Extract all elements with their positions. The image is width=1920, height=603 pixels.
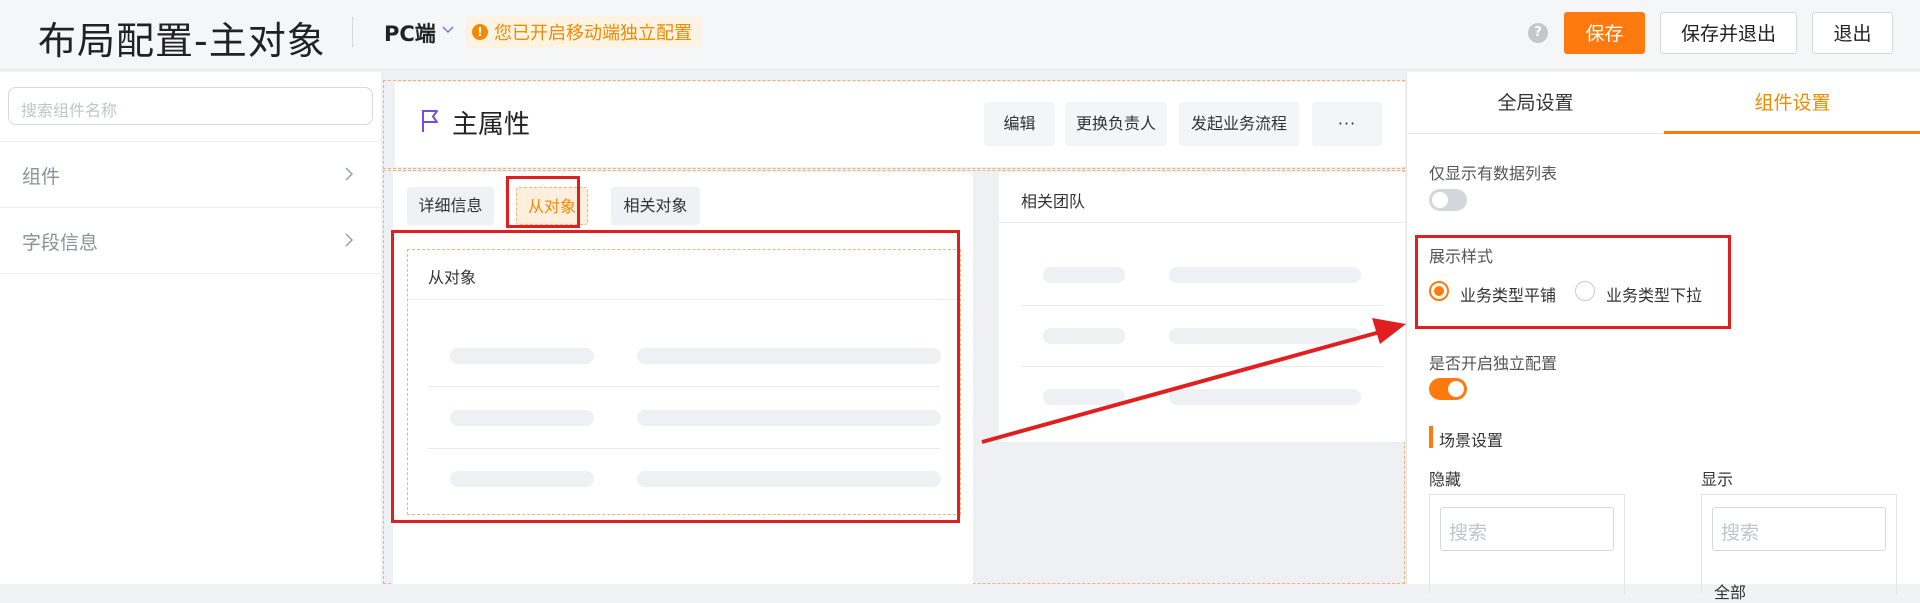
- annotation-arrow: [981, 318, 1406, 444]
